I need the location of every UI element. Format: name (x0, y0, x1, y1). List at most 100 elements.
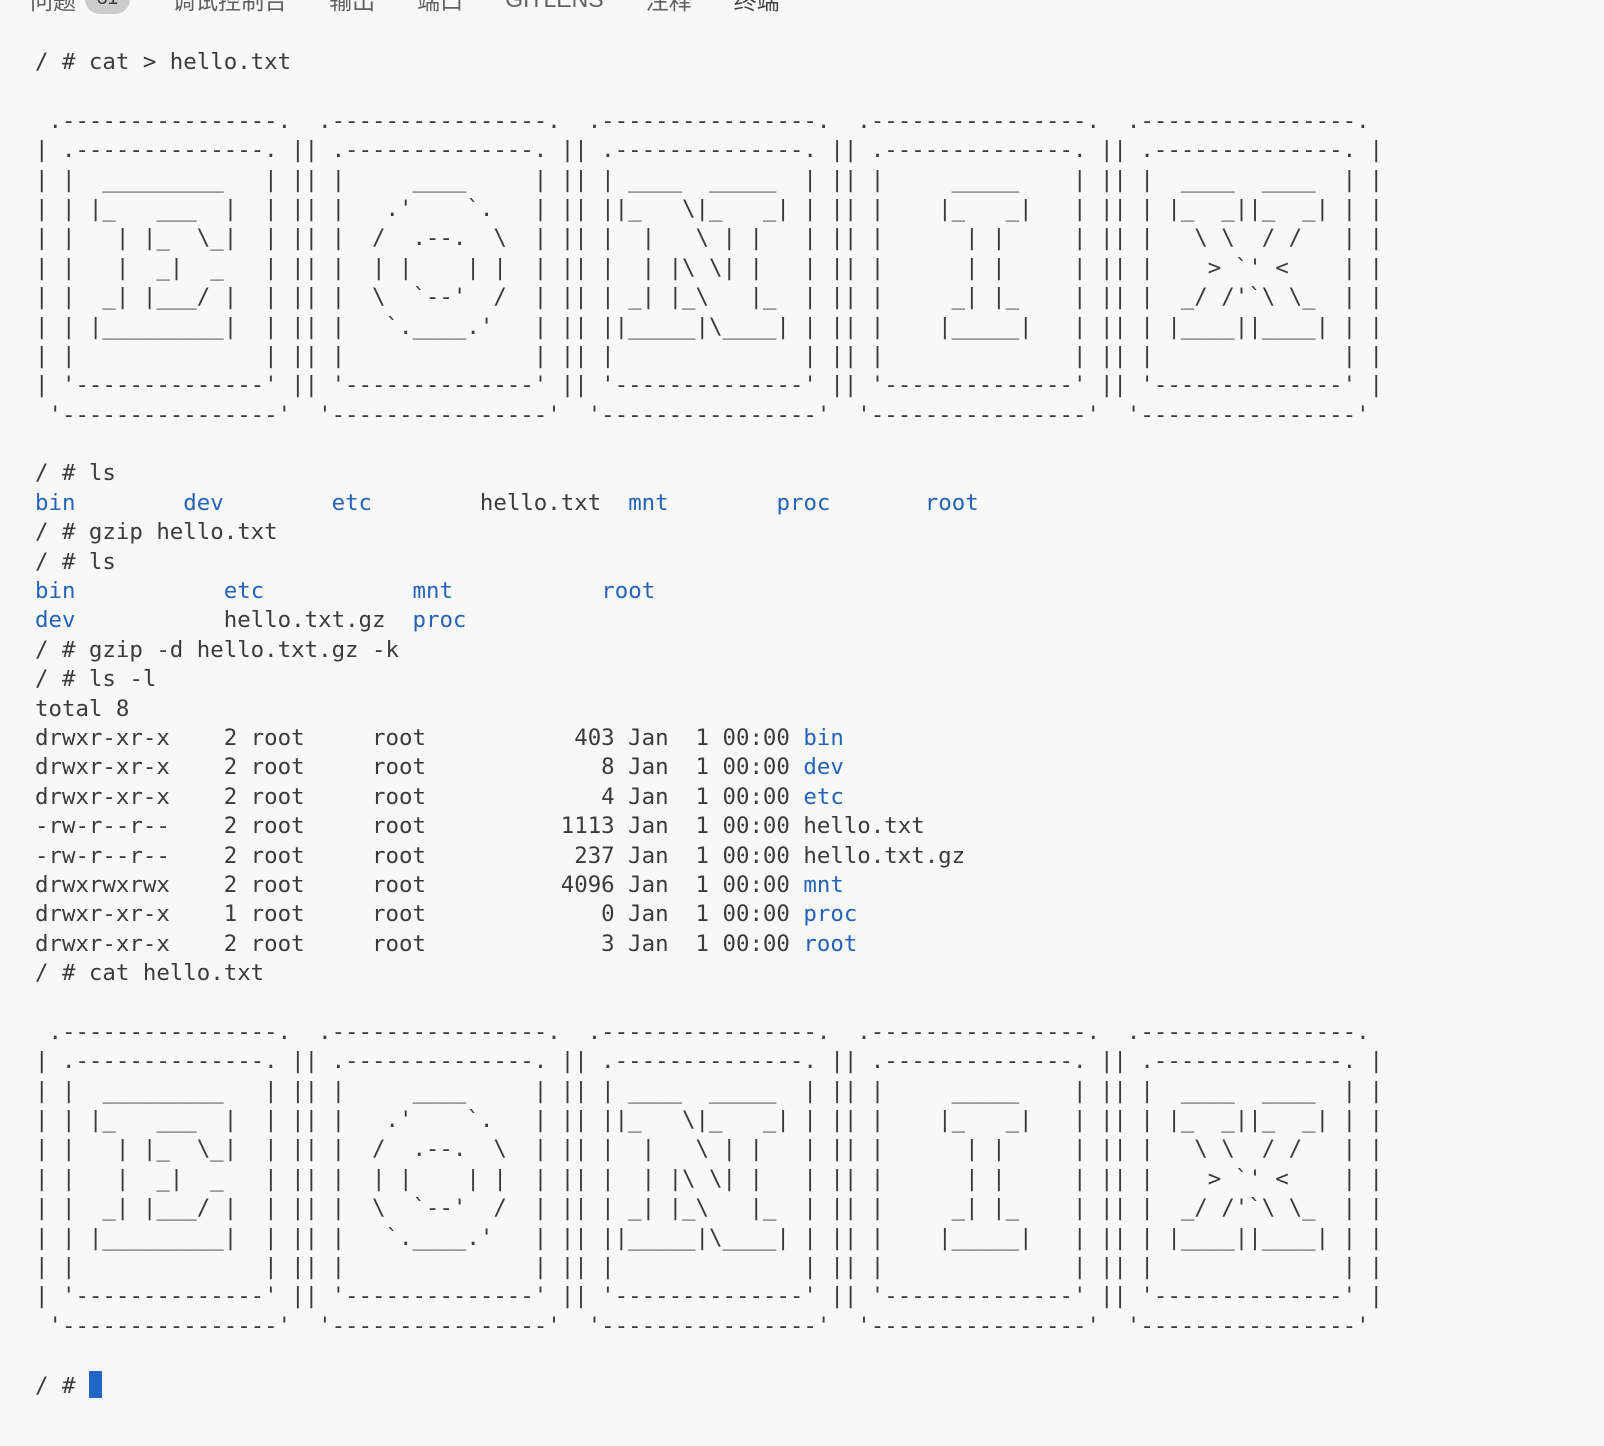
terminal-text: | | _________ | || | ____ | || | ____ __… (35, 167, 1383, 193)
terminal-line: / # cat hello.txt (35, 959, 1584, 988)
terminal-line: | | |_ ___ | | || | .' `. | || ||_ \|_ _… (35, 195, 1584, 224)
terminal-line: -rw-r--r-- 2 root root 237 Jan 1 00:00 h… (35, 842, 1584, 871)
terminal-text: drwxr-xr-x 2 root root 8 Jan 1 00:00 (35, 754, 803, 780)
tab-comments[interactable]: 注释 (646, 0, 692, 18)
tab-terminal-label: 终端 (734, 0, 780, 16)
terminal-text: | | |_ ___ | | || | .' `. | || ||_ \|_ _… (35, 1107, 1383, 1133)
terminal-text: | | |_________| | || | `.____.' | || ||_… (35, 314, 1383, 340)
terminal-text: | | | || | | || | | || | | || | | | (35, 343, 1383, 369)
terminal-line: / # (35, 1371, 1584, 1400)
terminal-text (264, 578, 412, 604)
terminal-text (830, 490, 924, 516)
terminal-line: | | |_ ___ | | || | .' `. | || ||_ \|_ _… (35, 1106, 1584, 1135)
terminal-line: drwxr-xr-x 1 root root 0 Jan 1 00:00 pro… (35, 900, 1584, 929)
terminal-line: | | | |_ \_| | || | / .--. \ | || | | \ … (35, 1135, 1584, 1164)
directory-name: root (803, 931, 857, 957)
terminal-text (372, 490, 480, 516)
terminal-text: / # ls (35, 549, 116, 575)
tab-gitlens[interactable]: GITLENS (505, 0, 603, 18)
directory-name: dev (803, 754, 843, 780)
terminal-line: / # ls -l (35, 665, 1584, 694)
terminal-text: -rw-r--r-- 2 root root 237 Jan 1 00:00 h… (35, 843, 965, 869)
panel-tab-bar: 问题 31 调试控制台 输出 端口 GITLENS 注释 终端 (0, 0, 1604, 18)
terminal-text: | .--------------. || .--------------. |… (35, 1048, 1383, 1074)
terminal-line: | | | _| _ | || | | | | | | || | | |\ \|… (35, 254, 1584, 283)
directory-name: proc (412, 607, 466, 633)
terminal-text: | .--------------. || .--------------. |… (35, 137, 1383, 163)
tab-terminal[interactable]: 终端 (734, 0, 780, 18)
directory-name: mnt (803, 872, 843, 898)
terminal-text: | '--------------' || '--------------' |… (35, 372, 1383, 398)
terminal-line: .----------------. .----------------. .-… (35, 1018, 1584, 1047)
terminal-text: / # gzip -d hello.txt.gz -k (35, 637, 399, 663)
terminal-text: drwxr-xr-x 1 root root 0 Jan 1 00:00 (35, 901, 803, 927)
terminal-text: | | | _| _ | || | | | | | | || | | |\ \|… (35, 255, 1383, 281)
terminal-text: / # gzip hello.txt (35, 519, 278, 545)
terminal-text: drwxr-xr-x 2 root root 4 Jan 1 00:00 (35, 784, 803, 810)
terminal-text: total 8 (35, 696, 129, 722)
terminal-text: | | |_________| | || | `.____.' | || ||_… (35, 1225, 1383, 1251)
tab-debug-console-label: 调试控制台 (172, 0, 287, 16)
tab-problems-label: 问题 (30, 0, 76, 16)
terminal-text: / # (35, 1373, 89, 1399)
directory-name: dev (35, 607, 75, 633)
terminal-line: / # gzip hello.txt (35, 518, 1584, 547)
terminal-text: / # cat > hello.txt (35, 49, 291, 75)
directory-name: bin (35, 490, 75, 516)
tab-ports[interactable]: 端口 (417, 0, 463, 18)
problems-count-badge: 31 (85, 0, 130, 14)
terminal-line: drwxr-xr-x 2 root root 4 Jan 1 00:00 etc (35, 783, 1584, 812)
terminal-line: .----------------. .----------------. .-… (35, 107, 1584, 136)
directory-name: mnt (628, 490, 668, 516)
terminal-line: | | _| |___/ | | || | \ `--' / | || | _|… (35, 1194, 1584, 1223)
terminal-line: | | | _| _ | || | | | | | | || | | |\ \|… (35, 1165, 1584, 1194)
terminal-line: | | |_________| | || | `.____.' | || ||_… (35, 313, 1584, 342)
tab-ports-label: 端口 (417, 0, 463, 16)
directory-name: etc (332, 490, 372, 516)
terminal-text (75, 490, 183, 516)
terminal-text: / # ls -l (35, 666, 156, 692)
terminal-text: hello.txt.gz (224, 607, 413, 633)
terminal-line: -rw-r--r-- 2 root root 1113 Jan 1 00:00 … (35, 812, 1584, 841)
terminal-line: | | _| |___/ | | || | \ `--' / | || | _|… (35, 283, 1584, 312)
panel-tabs: 问题 31 调试控制台 输出 端口 GITLENS 注释 终端 (30, 0, 780, 18)
tab-problems[interactable]: 问题 31 (30, 0, 130, 18)
terminal-line: / # ls (35, 459, 1584, 488)
terminal-text (224, 490, 332, 516)
terminal-text: .----------------. .----------------. .-… (35, 108, 1383, 134)
directory-name: etc (803, 784, 843, 810)
terminal-line: | | | || | | || | | || | | || | | | (35, 1253, 1584, 1282)
terminal-output[interactable]: / # cat > hello.txt .----------------. .… (0, 18, 1604, 1440)
directory-name: bin (803, 725, 843, 751)
terminal-line (35, 1341, 1584, 1370)
directory-name: etc (224, 578, 264, 604)
terminal-line: | | _________ | || | ____ | || | ____ __… (35, 1077, 1584, 1106)
directory-name: mnt (413, 578, 453, 604)
directory-name: proc (776, 490, 830, 516)
terminal-line: '----------------' '----------------' '-… (35, 1312, 1584, 1341)
directory-name: proc (803, 901, 857, 927)
terminal-line: | | _________ | || | ____ | || | ____ __… (35, 166, 1584, 195)
directory-name: dev (183, 490, 223, 516)
directory-name: root (601, 578, 655, 604)
terminal-text: | | _| |___/ | | || | \ `--' / | || | _|… (35, 1195, 1383, 1221)
terminal-text (75, 578, 223, 604)
terminal-text (75, 607, 223, 633)
tab-output[interactable]: 输出 (329, 0, 375, 18)
terminal-cursor (89, 1371, 103, 1398)
terminal-text: | | | _| _ | || | | | | | | || | | |\ \|… (35, 1166, 1383, 1192)
terminal-text: | | _| |___/ | | || | \ `--' / | || | _|… (35, 284, 1383, 310)
terminal-text: | | | |_ \_| | || | / .--. \ | || | | \ … (35, 225, 1383, 251)
terminal-text: .----------------. .----------------. .-… (35, 1019, 1383, 1045)
tab-debug-console[interactable]: 调试控制台 (172, 0, 287, 18)
terminal-line: | '--------------' || '--------------' |… (35, 1282, 1584, 1311)
terminal-text (669, 490, 777, 516)
terminal-line: / # gzip -d hello.txt.gz -k (35, 636, 1584, 665)
terminal-text: | | |_ ___ | | || | .' `. | || ||_ \|_ _… (35, 196, 1383, 222)
terminal-text: | | _________ | || | ____ | || | ____ __… (35, 1078, 1383, 1104)
terminal-line: / # ls (35, 548, 1584, 577)
terminal-line: drwxr-xr-x 2 root root 403 Jan 1 00:00 b… (35, 724, 1584, 753)
terminal-text: -rw-r--r-- 2 root root 1113 Jan 1 00:00 … (35, 813, 925, 839)
terminal-text: | '--------------' || '--------------' |… (35, 1283, 1383, 1309)
terminal-text: drwxrwxrwx 2 root root 4096 Jan 1 00:00 (35, 872, 803, 898)
